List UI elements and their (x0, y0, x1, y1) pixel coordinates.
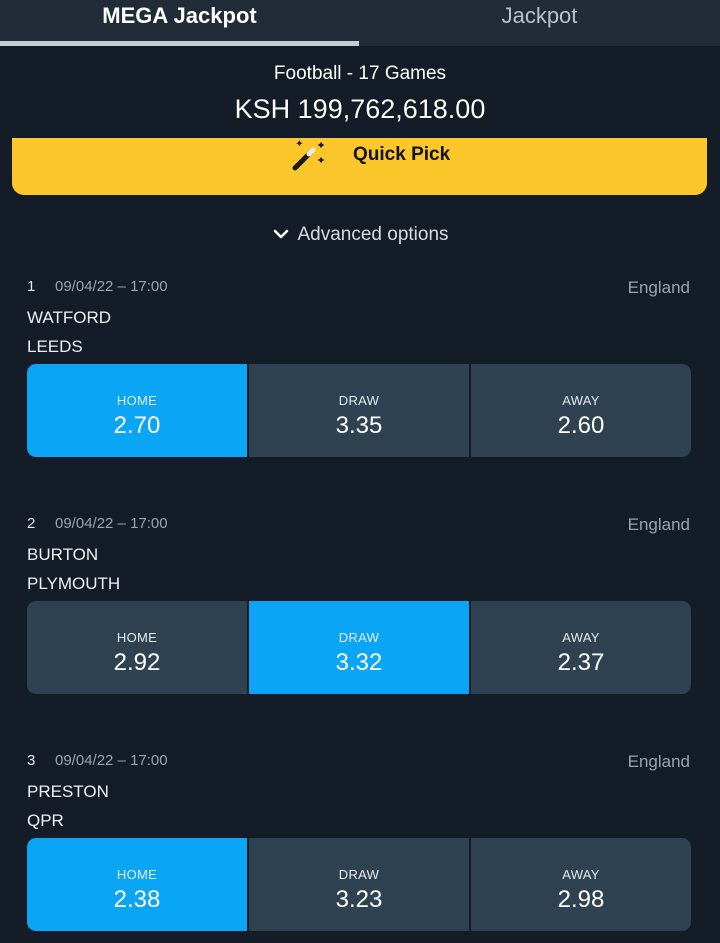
odd-value: 2.70 (113, 412, 161, 439)
advanced-options-toggle[interactable]: Advanced options (0, 224, 720, 246)
away-team: PLYMOUTH (27, 574, 121, 593)
home-team: PRESTON (27, 782, 109, 801)
chevron-down-icon (274, 229, 289, 239)
odd-label: HOME (116, 630, 158, 645)
match-number: 2 (27, 515, 36, 532)
odd-value: 3.35 (335, 412, 383, 439)
odd-label: DRAW (338, 393, 380, 408)
jackpot-header: Football - 17 Games KSH 199,762,618.00 (0, 60, 720, 128)
magic-wand-icon (292, 140, 325, 171)
odd-home-button[interactable]: HOME 2.70 (27, 364, 247, 457)
odd-value: 2.92 (113, 649, 161, 676)
match-datetime: 09/04/22 – 17:00 (55, 515, 168, 532)
odd-value: 3.23 (335, 886, 383, 913)
odd-value: 2.37 (557, 649, 605, 676)
jackpot-amount: KSH 199,762,618.00 (234, 94, 486, 124)
match-datetime: 09/04/22 – 17:00 (55, 752, 168, 769)
match-country: England (627, 515, 690, 534)
odd-label: DRAW (338, 867, 380, 882)
odd-draw-button[interactable]: DRAW 3.23 (249, 838, 469, 931)
odd-draw-button[interactable]: DRAW 3.35 (249, 364, 469, 457)
match-datetime: 09/04/22 – 17:00 (55, 278, 168, 295)
odd-away-button[interactable]: AWAY 2.98 (471, 838, 691, 931)
quick-pick-label: Quick Pick (353, 144, 451, 165)
match-country: England (627, 278, 690, 297)
match-number: 1 (27, 278, 36, 295)
match-country: England (627, 752, 690, 771)
odd-label: HOME (116, 393, 158, 408)
odd-label: AWAY (562, 393, 600, 408)
advanced-options-label: Advanced options (297, 224, 449, 245)
odd-label: DRAW (338, 630, 380, 645)
odd-away-button[interactable]: AWAY 2.37 (471, 601, 691, 694)
match-number: 3 (27, 752, 36, 769)
odd-draw-button[interactable]: DRAW 3.32 (249, 601, 469, 694)
odd-value: 2.98 (557, 886, 605, 913)
tab-mega-jackpot[interactable]: MEGA Jackpot (0, 0, 359, 46)
quick-pick-button[interactable]: Quick Pick (12, 138, 707, 195)
odd-label: AWAY (562, 867, 600, 882)
active-tab-indicator (0, 41, 359, 46)
odd-value: 3.32 (335, 649, 383, 676)
match-row: 2 09/04/22 – 17:00 England BURTON PLYMOU… (0, 515, 720, 735)
jackpot-subtitle: Football - 17 Games (273, 63, 447, 84)
match-row: 1 09/04/22 – 17:00 England WATFORD LEEDS… (0, 278, 720, 498)
match-row: 3 09/04/22 – 17:00 England PRESTON QPR H… (0, 752, 720, 943)
odd-away-button[interactable]: AWAY 2.60 (471, 364, 691, 457)
odd-label: HOME (116, 867, 158, 882)
away-team: LEEDS (27, 337, 83, 356)
odd-home-button[interactable]: HOME 2.92 (27, 601, 247, 694)
tab-jackpot[interactable]: Jackpot (360, 0, 719, 46)
odd-value: 2.38 (113, 886, 161, 913)
home-team: BURTON (27, 545, 99, 564)
odds-selector: HOME 2.70 DRAW 3.35 AWAY 2.60 (27, 364, 691, 457)
odds-selector: HOME 2.38 DRAW 3.23 AWAY 2.98 (27, 838, 691, 931)
home-team: WATFORD (27, 308, 112, 327)
away-team: QPR (27, 811, 64, 830)
odd-value: 2.60 (557, 412, 605, 439)
odds-selector: HOME 2.92 DRAW 3.32 AWAY 2.37 (27, 601, 691, 694)
odd-home-button[interactable]: HOME 2.38 (27, 838, 247, 931)
jackpot-tabs: MEGA Jackpot Jackpot (0, 0, 720, 46)
odd-label: AWAY (562, 630, 600, 645)
